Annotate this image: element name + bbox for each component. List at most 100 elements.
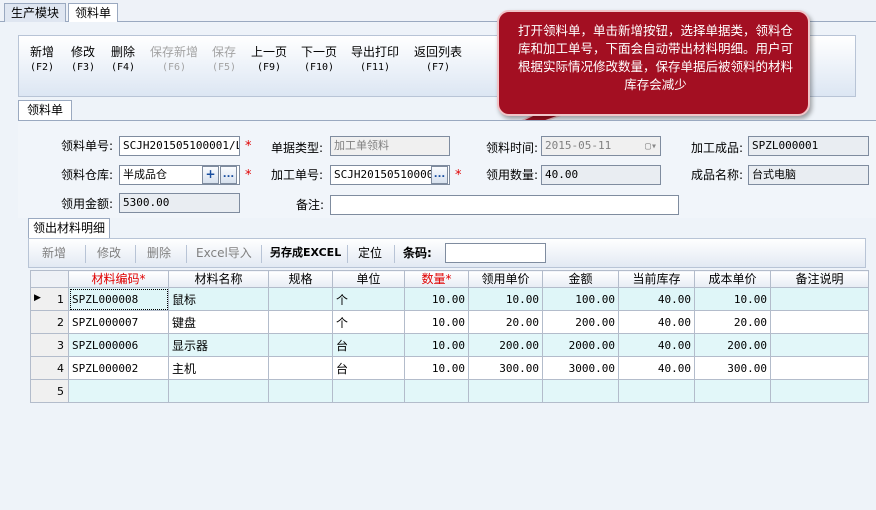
cell-cost-price[interactable]: 10.00 — [694, 287, 771, 311]
calendar-dropdown-icon[interactable]: ▢▾ — [645, 138, 657, 155]
required-star: * — [455, 168, 462, 183]
doc-type-label: 单据类型: — [271, 141, 324, 155]
cell-material-name[interactable]: 主机 — [168, 356, 269, 380]
col-header-material-code[interactable]: 材料编码* — [68, 270, 169, 288]
tab-production-module[interactable]: 生产模块 — [4, 3, 67, 22]
cell-amount[interactable] — [542, 379, 619, 403]
browse-process-no-icon[interactable]: ... — [431, 166, 448, 184]
cell-unit[interactable]: 个 — [332, 287, 405, 311]
tab-requisition-form[interactable]: 领料单 — [18, 100, 73, 120]
cell-current-stock[interactable]: 40.00 — [618, 287, 695, 311]
cell-amount[interactable]: 200.00 — [542, 310, 619, 334]
pick-time-field[interactable]: 2015-05-11 ▢▾ — [541, 136, 661, 156]
col-header-unit-price[interactable]: 领用单价 — [468, 270, 543, 288]
table-row[interactable]: 3 SPZL000006 显示器 台 10.00 200.00 2000.00 … — [30, 333, 869, 357]
cell-material-name[interactable] — [168, 379, 269, 403]
amount-field: 5300.00 — [119, 193, 240, 213]
cell-material-code[interactable]: SPZL000007 — [68, 310, 169, 334]
cell-current-stock[interactable]: 40.00 — [618, 333, 695, 357]
tab-material-details[interactable]: 领出材料明细 — [28, 218, 111, 238]
detail-add-button[interactable]: 新增 — [42, 245, 66, 261]
detail-delete-button[interactable]: 删除 — [147, 245, 171, 261]
cell-current-stock[interactable] — [618, 379, 695, 403]
cell-quantity[interactable]: 10.00 — [404, 356, 469, 380]
cell-remark[interactable] — [770, 379, 869, 403]
cell-material-name[interactable]: 显示器 — [168, 333, 269, 357]
cell-unit[interactable]: 个 — [332, 310, 405, 334]
table-row[interactable]: 5 — [30, 379, 869, 403]
remark-field[interactable] — [330, 195, 679, 215]
cell-material-name[interactable]: 鼠标 — [168, 287, 269, 311]
col-header-cost-price[interactable]: 成本单价 — [694, 270, 771, 288]
barcode-label: 条码: — [403, 246, 432, 260]
row-number[interactable]: 3 — [30, 333, 69, 357]
cell-remark[interactable] — [770, 356, 869, 380]
cell-spec[interactable] — [268, 333, 333, 357]
cell-unit[interactable]: 台 — [332, 356, 405, 380]
order-no-field[interactable]: SCJH201505100001/LL( — [119, 136, 240, 156]
doc-type-field[interactable]: 加工单领料 — [330, 136, 450, 156]
col-header-amount[interactable]: 金额 — [542, 270, 619, 288]
table-row[interactable]: 2 SPZL000007 键盘 个 10.00 20.00 200.00 40.… — [30, 310, 869, 334]
warehouse-label: 领料仓库: — [61, 168, 114, 182]
cell-amount[interactable]: 3000.00 — [542, 356, 619, 380]
col-header-remark[interactable]: 备注说明 — [770, 270, 869, 288]
table-row[interactable]: ▶ 1 SPZL000008 鼠标 个 10.00 10.00 100.00 40… — [30, 287, 869, 311]
cell-quantity[interactable]: 10.00 — [404, 333, 469, 357]
material-details-grid: 材料编码* 材料名称 规格 单位 数量* 领用单价 金额 当前库存 成本单价 备… — [30, 270, 869, 403]
cell-unit-price[interactable]: 20.00 — [468, 310, 543, 334]
cell-spec[interactable] — [268, 287, 333, 311]
cell-material-name[interactable]: 键盘 — [168, 310, 269, 334]
excel-import-button[interactable]: Excel导入 — [196, 245, 252, 261]
col-header-current-stock[interactable]: 当前库存 — [618, 270, 695, 288]
cell-unit-price[interactable]: 300.00 — [468, 356, 543, 380]
cell-material-code[interactable] — [68, 379, 169, 403]
cell-cost-price[interactable]: 300.00 — [694, 356, 771, 380]
cell-cost-price[interactable]: 200.00 — [694, 333, 771, 357]
cell-quantity[interactable]: 10.00 — [404, 310, 469, 334]
cell-material-code[interactable]: SPZL000002 — [68, 356, 169, 380]
cell-remark[interactable] — [770, 310, 869, 334]
row-number[interactable]: 4 — [30, 356, 69, 380]
cell-remark[interactable] — [770, 287, 869, 311]
save-as-excel-button[interactable]: 另存成EXCEL — [270, 245, 341, 261]
add-warehouse-icon[interactable]: + — [202, 166, 219, 184]
toolbar-divider — [261, 245, 262, 263]
cell-material-code[interactable]: SPZL000006 — [68, 333, 169, 357]
col-header-spec[interactable]: 规格 — [268, 270, 333, 288]
barcode-input[interactable] — [445, 243, 546, 263]
cell-spec[interactable] — [268, 310, 333, 334]
toolbar-divider — [135, 245, 136, 263]
cell-amount[interactable]: 2000.00 — [542, 333, 619, 357]
cell-quantity[interactable]: 10.00 — [404, 287, 469, 311]
cell-unit[interactable]: 台 — [332, 333, 405, 357]
row-number[interactable]: ▶ 1 — [30, 287, 69, 311]
browse-warehouse-icon[interactable]: ... — [220, 166, 237, 184]
cell-unit-price[interactable] — [468, 379, 543, 403]
col-header-unit[interactable]: 单位 — [332, 270, 405, 288]
cell-spec[interactable] — [268, 379, 333, 403]
toolbar-divider — [186, 245, 187, 263]
cell-spec[interactable] — [268, 356, 333, 380]
locate-button[interactable]: 定位 — [358, 245, 382, 261]
cell-current-stock[interactable]: 40.00 — [618, 310, 695, 334]
cell-cost-price[interactable] — [694, 379, 771, 403]
cell-amount[interactable]: 100.00 — [542, 287, 619, 311]
row-number[interactable]: 5 — [30, 379, 69, 403]
row-number[interactable]: 2 — [30, 310, 69, 334]
tab-material-requisition[interactable]: 领料单 — [68, 3, 119, 23]
row-number-text: 1 — [57, 292, 64, 306]
table-row[interactable]: 4 SPZL000002 主机 台 10.00 300.00 3000.00 4… — [30, 356, 869, 380]
detail-edit-button[interactable]: 修改 — [97, 245, 121, 261]
cell-remark[interactable] — [770, 333, 869, 357]
cell-unit-price[interactable]: 200.00 — [468, 333, 543, 357]
cell-current-stock[interactable]: 40.00 — [618, 356, 695, 380]
cell-unit-price[interactable]: 10.00 — [468, 287, 543, 311]
col-header-quantity[interactable]: 数量* — [404, 270, 469, 288]
product-name-field: 台式电脑 — [748, 165, 869, 185]
cell-material-code[interactable]: SPZL000008 — [68, 287, 169, 311]
cell-unit[interactable] — [332, 379, 405, 403]
cell-cost-price[interactable]: 20.00 — [694, 310, 771, 334]
cell-quantity[interactable] — [404, 379, 469, 403]
col-header-material-name[interactable]: 材料名称 — [168, 270, 269, 288]
